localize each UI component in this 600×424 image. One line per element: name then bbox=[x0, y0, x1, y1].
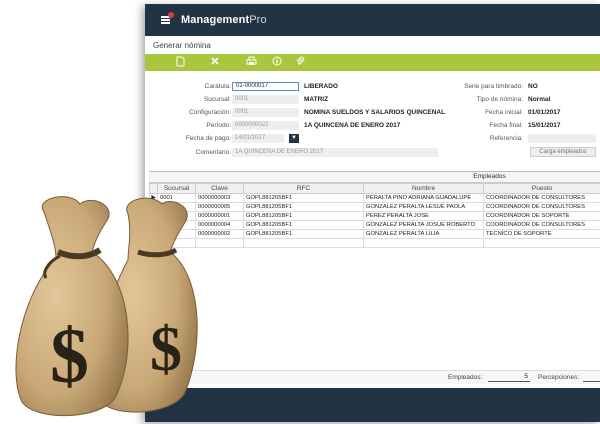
table-cell[interactable]: COORDINADOR DE CONSULTORES bbox=[483, 220, 600, 230]
col-clave[interactable]: Clave bbox=[195, 183, 244, 194]
comentario-field[interactable]: 1A QUINCENA DE ENERO 2017 bbox=[232, 148, 438, 157]
percepciones-value bbox=[583, 373, 600, 382]
empleados-total-label: Empleados: bbox=[448, 374, 483, 381]
comentario-label: Comentario: bbox=[195, 149, 231, 156]
table-cell[interactable]: GONZALEZ PERALTA JOSUE ROBERTO bbox=[363, 220, 484, 230]
sucursal-field[interactable]: 0001 bbox=[232, 95, 299, 104]
info-icon[interactable] bbox=[270, 56, 284, 69]
fecha-inicial-label: Fecha inicial: bbox=[485, 109, 523, 116]
config-field[interactable]: 0001 bbox=[232, 108, 299, 117]
bottom-bar bbox=[145, 388, 600, 422]
fecha-inicial-value: 01/01/2017 bbox=[528, 109, 561, 116]
table-cell[interactable]: COORDINADOR DE SOPORTE bbox=[483, 211, 600, 221]
fecha-final-value: 15/01/2017 bbox=[528, 122, 561, 129]
tipo-label: Tipo de nómina: bbox=[476, 96, 523, 103]
table-cell[interactable]: 0000000003 bbox=[195, 193, 244, 203]
new-document-icon[interactable] bbox=[173, 56, 187, 69]
table-cell[interactable]: PERALTA PINO ADRIANA GUADALUPE bbox=[363, 193, 484, 203]
table-cell[interactable]: 0000000001 bbox=[195, 211, 244, 221]
referencia-field[interactable] bbox=[528, 134, 596, 143]
fecha-final-label: Fecha final: bbox=[489, 122, 523, 129]
col-rfc[interactable]: RFC bbox=[243, 183, 364, 194]
action-toolbar bbox=[145, 54, 600, 71]
fecha-pago-label: Fecha de pago: bbox=[185, 135, 231, 142]
page-title: Generar nómina bbox=[153, 41, 211, 50]
table-cell[interactable]: GOPL881205BF1 bbox=[243, 193, 364, 203]
caratula-status: LIBERADO bbox=[304, 83, 338, 90]
employees-grid: Empleados Sucursal Clave RFC Nombre Pues… bbox=[149, 171, 600, 248]
table-cell[interactable]: 0000000005 bbox=[195, 202, 244, 212]
caratula-label: Carátula: bbox=[204, 83, 231, 90]
table-cell-empty[interactable] bbox=[363, 238, 484, 248]
table-cell[interactable]: GOPL881205BF1 bbox=[243, 211, 364, 221]
dollar-sign-front-icon: $ bbox=[50, 312, 89, 399]
periodo-name: 1A QUINCENA DE ENERO 2017 bbox=[304, 122, 401, 129]
table-cell[interactable]: GOPL881205BF1 bbox=[243, 220, 364, 230]
caratula-input[interactable]: 01-0000017 bbox=[232, 82, 299, 91]
calendar-dropdown-icon[interactable]: ▼ bbox=[289, 134, 299, 143]
table-cell-empty[interactable] bbox=[243, 238, 364, 248]
col-nombre[interactable]: Nombre bbox=[363, 183, 484, 194]
table-cell[interactable]: PEREZ PERALTA JOSE bbox=[363, 211, 484, 221]
table-cell[interactable]: GONZALEZ PERALTA LILIA bbox=[363, 229, 484, 239]
table-header-row: Sucursal Clave RFC Nombre Puesto bbox=[149, 183, 600, 194]
config-name: NOMINA SUELDOS Y SALARIOS QUINCENAL bbox=[304, 109, 446, 116]
money-bag-front: $ bbox=[15, 196, 129, 417]
table-cell-empty[interactable] bbox=[195, 238, 244, 248]
attach-icon[interactable] bbox=[293, 56, 307, 69]
table-row[interactable]: 00010000000004GOPL881205BF1GONZALEZ PERA… bbox=[149, 220, 600, 230]
totals-bar: Empleados: 5 Percepciones: bbox=[145, 370, 600, 384]
table-cell-empty[interactable] bbox=[483, 238, 600, 248]
top-bar: ManagementPro bbox=[145, 4, 600, 36]
employees-table: Sucursal Clave RFC Nombre Puesto ▶ 0001 00… bbox=[149, 183, 600, 248]
table-row[interactable]: 00010000000001GOPL881205BF1PEREZ PERALTA… bbox=[149, 211, 600, 221]
table-row-empty[interactable] bbox=[149, 238, 600, 248]
dollar-sign-back-icon: $ bbox=[150, 313, 182, 384]
table-row[interactable]: 00010000000005GOPL881205BF1GONZALEZ PERA… bbox=[149, 202, 600, 212]
table-cell[interactable]: GONZALEZ PERALTA LESUE PAOLA bbox=[363, 202, 484, 212]
fecha-pago-field[interactable]: 14/01/2017 bbox=[232, 134, 284, 143]
table-cell[interactable]: GOPL881205BF1 bbox=[243, 229, 364, 239]
table-cell[interactable]: TECNICO DE SOPORTE bbox=[483, 229, 600, 239]
table-cell[interactable]: 0000000004 bbox=[195, 220, 244, 230]
tipo-value: Normal bbox=[528, 96, 551, 103]
table-row[interactable]: 00010000000002GOPL881205BF1GONZALEZ PERA… bbox=[149, 229, 600, 239]
serie-label: Serie para timbrado: bbox=[464, 83, 523, 90]
col-puesto[interactable]: Puesto bbox=[483, 183, 600, 194]
table-cell[interactable]: COORDINADOR DE CONSULTORES bbox=[483, 202, 600, 212]
cancel-icon[interactable] bbox=[208, 56, 222, 69]
table-cell[interactable]: COORDINADOR DE CONSULTORES bbox=[483, 193, 600, 203]
periodo-label: Período: bbox=[206, 122, 231, 129]
load-employees-button[interactable]: Carga empleados bbox=[530, 147, 596, 157]
sucursal-name: MATRIZ bbox=[304, 96, 329, 103]
app-window: ManagementPro Generar nómina Carátula: 0… bbox=[145, 4, 600, 422]
table-cell[interactable]: 0000000002 bbox=[195, 229, 244, 239]
empleados-total-value: 5 bbox=[488, 373, 530, 382]
grid-group-header: Empleados bbox=[149, 172, 600, 183]
app-brand: ManagementPro bbox=[181, 14, 267, 26]
print-icon[interactable] bbox=[244, 56, 258, 69]
notification-badge bbox=[168, 12, 174, 18]
referencia-label: Referencia: bbox=[489, 135, 523, 142]
table-cell[interactable]: GOPL881205BF1 bbox=[243, 202, 364, 212]
money-bags-illustration: $ $ bbox=[15, 196, 198, 417]
percepciones-label: Percepciones: bbox=[538, 374, 580, 381]
table-row[interactable]: ▶ 0001 0000000003 GOPL881205BF1 PERALTA PINO… bbox=[149, 193, 600, 203]
config-label: Configuración: bbox=[189, 109, 231, 116]
sucursal-label: Sucursal: bbox=[203, 96, 231, 103]
periodo-field[interactable]: 0000000022 bbox=[232, 121, 299, 130]
serie-value: NO bbox=[528, 83, 538, 90]
